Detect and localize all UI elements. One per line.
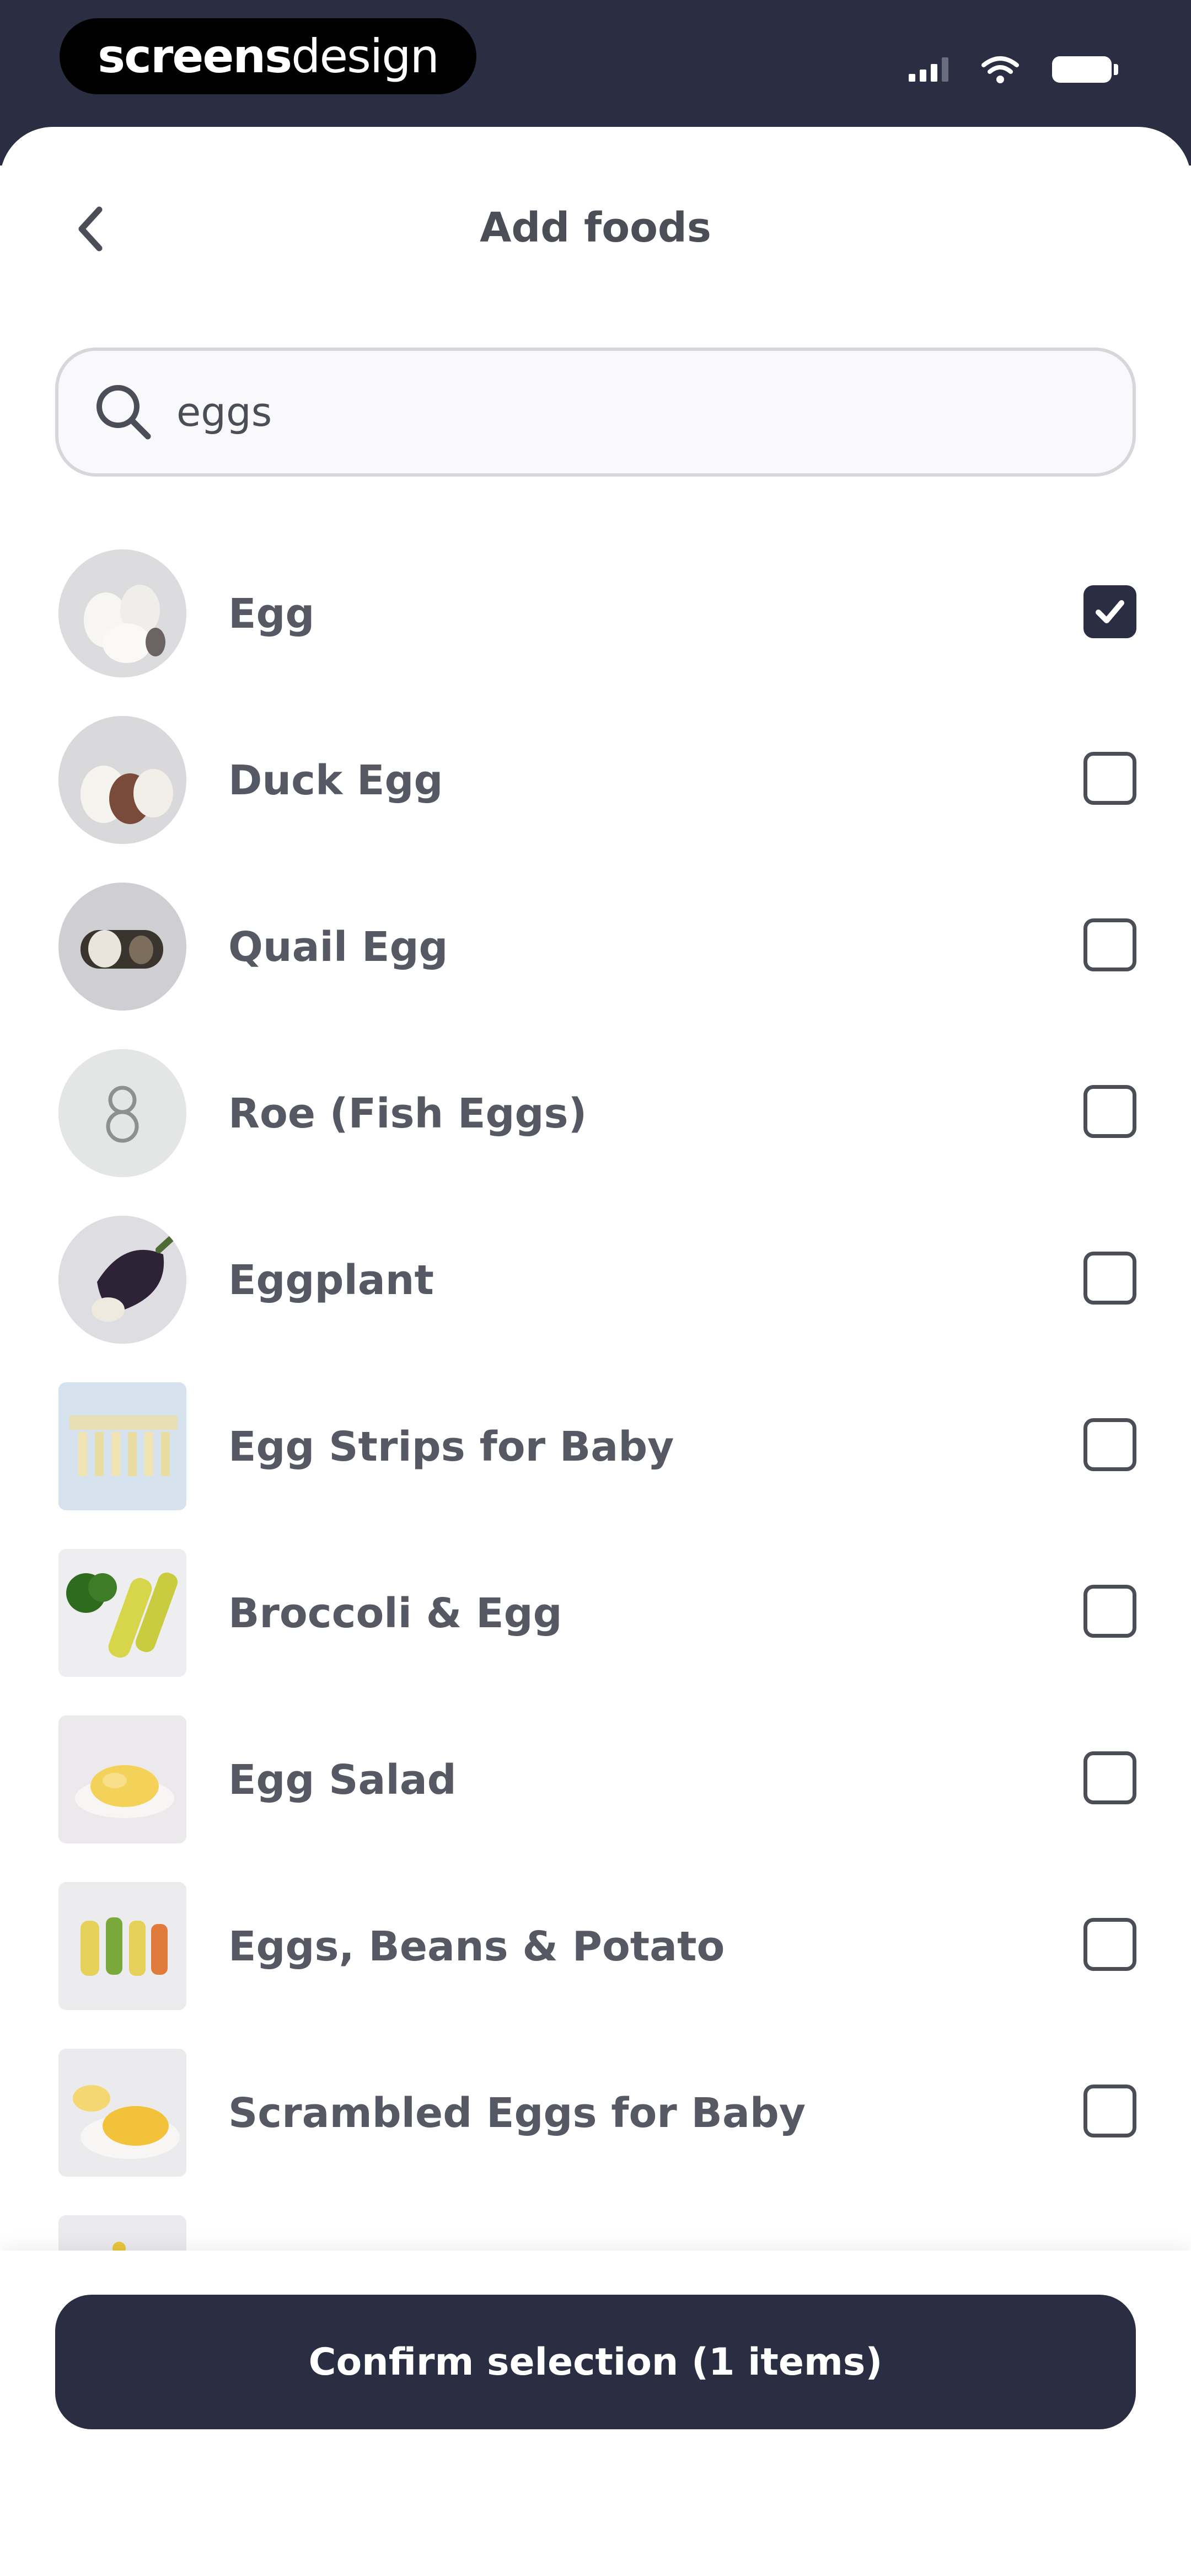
battery-icon	[1052, 56, 1118, 83]
food-item-label: Eggplant	[228, 1257, 434, 1304]
food-item-eggplant[interactable]: Eggplant	[0, 1196, 1191, 1362]
check-icon	[1096, 600, 1124, 623]
food-item-label: Quail Egg	[228, 923, 448, 971]
food-checkbox-duck-egg[interactable]	[1083, 752, 1136, 805]
food-checkbox-scrambled-eggs-for-baby[interactable]	[1083, 2085, 1136, 2137]
search-input[interactable]	[175, 388, 1058, 436]
food-checkbox-roe[interactable]	[1083, 1085, 1136, 1138]
food-checkbox-eggs-beans-potato[interactable]	[1083, 1918, 1136, 1971]
add-foods-sheet: Add foods E	[0, 127, 1191, 2576]
food-thumbnail-scrambled-eggs-for-baby	[58, 2049, 186, 2177]
food-thumbnail-egg-salad	[58, 1715, 186, 1843]
confirm-selection-button[interactable]: Confirm selection (1 items)	[55, 2295, 1136, 2429]
food-item-egg-strips-for-baby[interactable]: Egg Strips for Baby	[0, 1362, 1191, 1529]
brand-logo-bold: screens	[98, 29, 292, 83]
header: Add foods	[0, 127, 1191, 336]
brand-logo: screens design	[60, 18, 476, 94]
food-item-egg-salad[interactable]: Egg Salad	[0, 1696, 1191, 1862]
food-item-egg[interactable]: Egg	[0, 530, 1191, 696]
food-thumbnail-eggplant	[58, 1216, 186, 1344]
food-item-eggs-beans-potato[interactable]: Eggs, Beans & Potato	[0, 1862, 1191, 2029]
food-thumbnail-duck-egg	[58, 716, 186, 844]
food-item-label: Egg	[228, 590, 315, 638]
food-thumbnail-broccoli-egg	[58, 1549, 186, 1677]
food-checkbox-egg-strips-for-baby[interactable]	[1083, 1418, 1136, 1471]
brand-logo-light: design	[291, 29, 439, 83]
food-thumbnail-egg-strips-for-baby	[58, 1382, 186, 1510]
food-item-label: Scrambled Eggs for Baby	[228, 2089, 806, 2137]
food-item-partial[interactable]	[0, 2195, 1191, 2251]
status-icons	[909, 53, 1118, 86]
food-checkbox-egg[interactable]	[1083, 585, 1136, 638]
food-item-label: Duck Egg	[228, 757, 443, 804]
wifi-icon	[981, 55, 1019, 84]
signal-icon	[909, 57, 948, 82]
food-item-duck-egg[interactable]: Duck Egg	[0, 696, 1191, 863]
food-item-label: Egg Strips for Baby	[228, 1423, 674, 1471]
food-item-label: Roe (Fish Eggs)	[228, 1090, 587, 1137]
page-title: Add foods	[480, 204, 711, 252]
food-checkbox-eggplant[interactable]	[1083, 1252, 1136, 1305]
food-checkbox-egg-salad[interactable]	[1083, 1751, 1136, 1804]
food-thumbnail-egg	[58, 549, 186, 677]
food-thumbnail-roe	[58, 1049, 186, 1177]
food-list: Egg Duck Egg Quail Egg Roe (Fish Eggs) E…	[0, 530, 1191, 2251]
food-checkbox-broccoli-egg[interactable]	[1083, 1585, 1136, 1638]
food-thumbnail-partial	[58, 2215, 186, 2251]
food-item-label: Egg Salad	[228, 1756, 457, 1804]
food-item-scrambled-eggs-for-baby[interactable]: Scrambled Eggs for Baby	[0, 2029, 1191, 2195]
app-root: screens design Add foods eggs Egg Duck E…	[0, 0, 1191, 2576]
footer: Confirm selection (1 items)	[0, 2251, 1191, 2576]
food-thumbnail-quail-egg	[58, 883, 186, 1011]
food-item-broccoli-egg[interactable]: Broccoli & Egg	[0, 1529, 1191, 1696]
food-item-roe[interactable]: Roe (Fish Eggs)	[0, 1029, 1191, 1196]
search-bar[interactable]	[55, 348, 1136, 477]
food-checkbox-quail-egg[interactable]	[1083, 918, 1136, 971]
search-icon	[96, 385, 151, 440]
food-item-quail-egg[interactable]: Quail Egg	[0, 863, 1191, 1029]
food-item-label: Broccoli & Egg	[228, 1590, 562, 1637]
food-thumbnail-eggs-beans-potato	[58, 1882, 186, 2010]
food-item-label: Eggs, Beans & Potato	[228, 1923, 725, 1970]
